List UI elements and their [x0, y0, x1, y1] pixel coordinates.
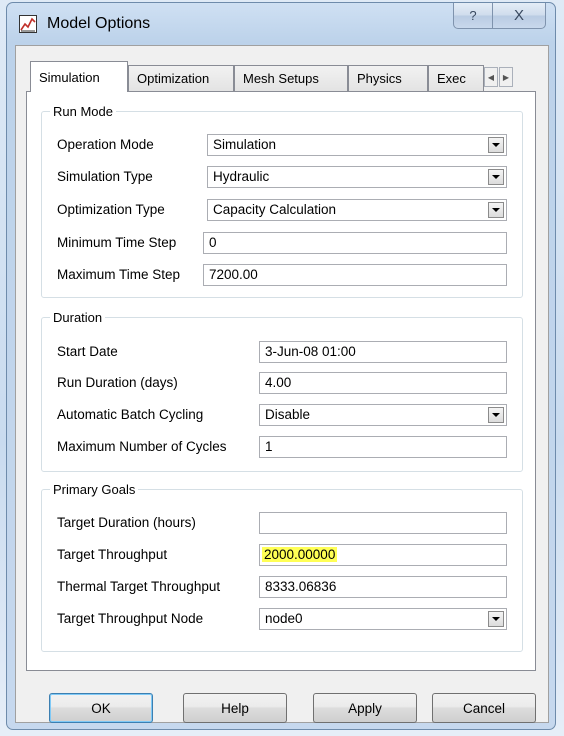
tab-label: Mesh Setups [243, 71, 319, 86]
close-button[interactable]: X [492, 3, 546, 29]
chevron-down-icon[interactable] [488, 611, 504, 627]
batch-cycling-value: Disable [265, 407, 311, 422]
throughput-node-select[interactable]: node0 [259, 608, 507, 630]
operation-mode-value: Simulation [213, 137, 277, 152]
help-caption-button[interactable]: ? [453, 3, 493, 29]
run-mode-title: Run Mode [53, 104, 113, 119]
start-date-input[interactable]: 3-Jun-08 01:00 [259, 341, 507, 363]
optimization-type-value: Capacity Calculation [213, 202, 337, 217]
tab-simulation[interactable]: Simulation [30, 61, 128, 92]
window-title: Model Options [47, 15, 151, 32]
simulation-type-value: Hydraulic [213, 169, 270, 184]
batch-cycling-select[interactable]: Disable [259, 404, 507, 426]
primary-goals-title: Primary Goals [53, 482, 136, 497]
operation-mode-label: Operation Mode [57, 137, 154, 152]
thermal-throughput-label: Thermal Target Throughput [57, 579, 221, 594]
target-throughput-value: 2000.00000 [262, 547, 338, 562]
help-button[interactable]: Help [183, 693, 287, 723]
dialog-client-area: Simulation Optimization Mesh Setups Phys… [15, 45, 549, 723]
operation-mode-select[interactable]: Simulation [207, 134, 507, 156]
close-icon: X [513, 7, 524, 24]
tab-label: Simulation [39, 69, 100, 85]
target-throughput-input[interactable]: 2000.00000 [259, 544, 507, 566]
run-duration-input[interactable]: 4.00 [259, 372, 507, 394]
tab-label: Physics [357, 71, 402, 86]
chevron-down-icon[interactable] [488, 169, 504, 185]
cancel-button[interactable]: Cancel [432, 693, 536, 723]
max-time-step-input[interactable]: 7200.00 [203, 264, 507, 286]
tab-scroll-right-icon[interactable]: ▶ [499, 67, 513, 87]
run-duration-label: Run Duration (days) [57, 375, 178, 390]
tab-strip: Simulation Optimization Mesh Setups Phys… [24, 61, 534, 92]
max-time-step-label: Maximum Time Step [57, 267, 181, 282]
thermal-throughput-input[interactable]: 8333.06836 [259, 576, 507, 598]
question-icon: ? [469, 8, 477, 23]
apply-button[interactable]: Apply [313, 693, 417, 723]
chevron-down-icon[interactable] [488, 137, 504, 153]
tab-label: Exec [437, 71, 466, 86]
min-time-step-input[interactable]: 0 [203, 232, 507, 254]
simulation-type-select[interactable]: Hydraulic [207, 166, 507, 188]
app-chart-icon [19, 15, 37, 33]
min-time-step-label: Minimum Time Step [57, 235, 177, 250]
model-options-dialog: Model Options ? X Simulation Optimizatio… [6, 2, 556, 730]
max-cycles-label: Maximum Number of Cycles [57, 439, 227, 454]
start-date-label: Start Date [57, 344, 118, 359]
batch-cycling-label: Automatic Batch Cycling [57, 407, 204, 422]
throughput-node-label: Target Throughput Node [57, 611, 204, 626]
tab-label: Optimization [137, 71, 210, 86]
title-bar[interactable]: Model Options ? X [7, 3, 555, 37]
duration-title: Duration [53, 310, 103, 325]
chevron-down-icon[interactable] [488, 202, 504, 218]
optimization-type-select[interactable]: Capacity Calculation [207, 199, 507, 221]
simulation-tab-panel: Run Mode Operation Mode Simulation Simul… [26, 91, 536, 671]
optimization-type-label: Optimization Type [57, 202, 165, 217]
target-throughput-label: Target Throughput [57, 547, 168, 562]
ok-button[interactable]: OK [49, 693, 153, 723]
throughput-node-value: node0 [265, 611, 303, 626]
max-cycles-input[interactable]: 1 [259, 436, 507, 458]
target-duration-label: Target Duration (hours) [57, 515, 196, 530]
tab-scroll-left-icon[interactable]: ◀ [484, 67, 498, 87]
tab-physics[interactable]: Physics [348, 65, 428, 91]
tab-optimization[interactable]: Optimization [128, 65, 234, 91]
tab-exec[interactable]: Exec [428, 65, 484, 91]
target-duration-input[interactable] [259, 512, 507, 534]
simulation-type-label: Simulation Type [57, 169, 153, 184]
tab-mesh-setups[interactable]: Mesh Setups [234, 65, 348, 91]
chevron-down-icon[interactable] [488, 407, 504, 423]
